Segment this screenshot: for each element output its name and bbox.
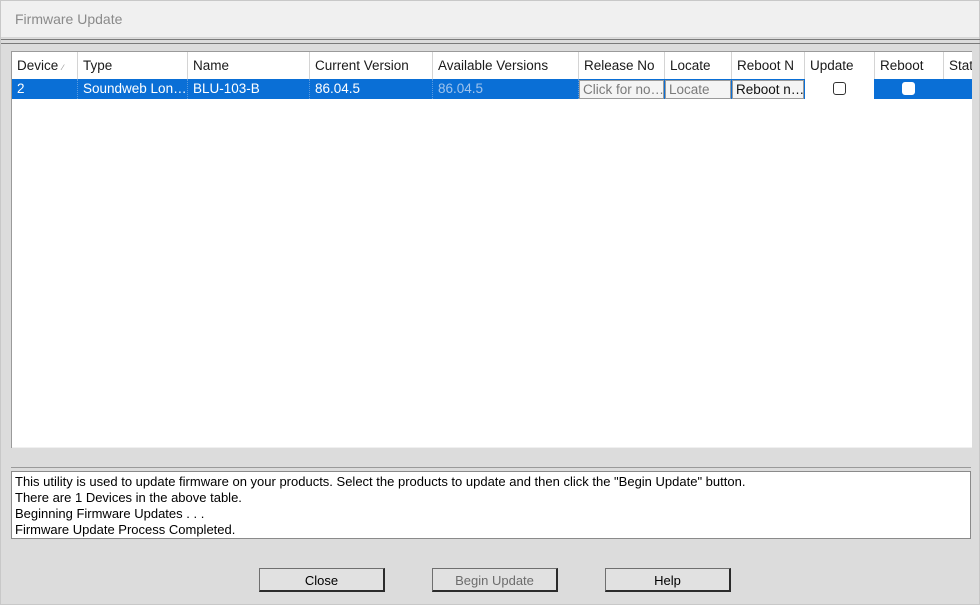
column-header-available-versions[interactable]: Available Versions [433,52,579,79]
column-label: Device [17,58,59,73]
sort-ascending-icon: ∕ [62,63,64,72]
title-bar: Firmware Update [1,1,979,38]
close-button[interactable]: Close [259,568,385,592]
device-grid: Device ∕ Type Name Current Version Availa… [11,51,972,448]
firmware-update-dialog: Firmware Update Device ∕ Type Name Curren… [0,0,980,605]
column-header-status[interactable]: Stat [944,52,972,79]
cell-current-version: 86.04.5 [310,79,433,99]
column-header-device[interactable]: Device ∕ [12,52,78,79]
update-checkbox[interactable] [833,82,846,95]
column-header-type[interactable]: Type [78,52,188,79]
cell-type: Soundweb Lon… [78,79,188,99]
cell-available-versions[interactable]: 86.04.5 [433,79,579,99]
locate-button[interactable]: Locate [665,80,731,99]
grid-header: Device ∕ Type Name Current Version Availa… [12,52,972,80]
update-cell [805,79,874,99]
log-line: Firmware Update Process Completed. [15,522,236,537]
divider [1,43,980,44]
horizontal-scrollbar[interactable] [12,447,972,448]
column-header-release-notes[interactable]: Release No [579,52,665,79]
reboot-checkbox[interactable] [902,82,915,95]
log-line: This utility is used to update firmware … [15,474,746,489]
divider [1,39,980,40]
help-button[interactable]: Help [605,568,731,592]
log-line: There are 1 Devices in the above table. [15,490,242,505]
cell-device: 2 [12,79,78,99]
release-notes-button[interactable]: Click for no… [579,80,664,99]
begin-update-button[interactable]: Begin Update [432,568,558,592]
reboot-cell [875,79,944,99]
window-title: Firmware Update [15,11,123,27]
reboot-now-button[interactable]: Reboot n… [732,80,804,99]
column-header-current-version[interactable]: Current Version [310,52,433,79]
divider [11,467,971,468]
cell-name: BLU-103-B [188,79,310,99]
column-header-name[interactable]: Name [188,52,310,79]
column-header-locate[interactable]: Locate [665,52,732,79]
status-log: This utility is used to update firmware … [11,471,971,539]
column-header-update[interactable]: Update [805,52,875,79]
table-row[interactable]: 2 Soundweb Lon… BLU-103-B 86.04.5 86.04.… [12,79,972,99]
column-header-reboot[interactable]: Reboot [875,52,944,79]
column-header-reboot-now[interactable]: Reboot N [732,52,805,79]
log-line: Beginning Firmware Updates . . . [15,506,205,521]
